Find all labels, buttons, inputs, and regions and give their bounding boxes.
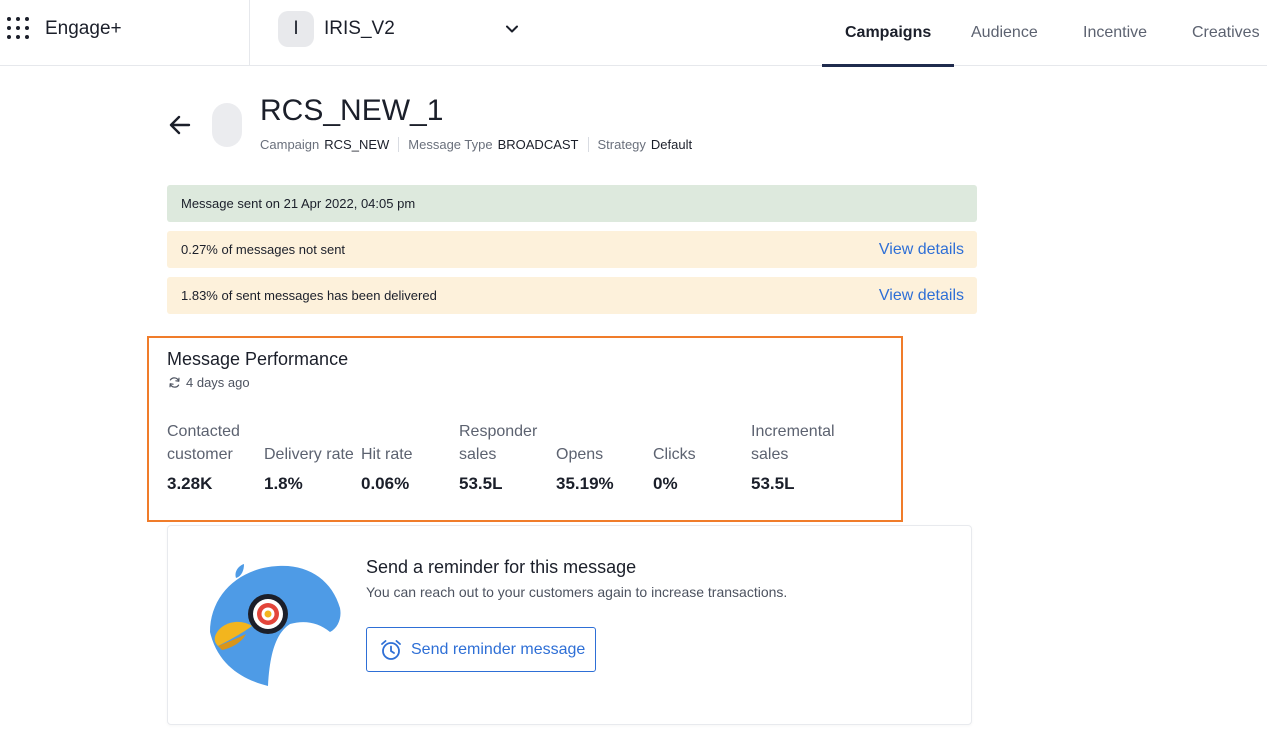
meta-label-campaign: Campaign (260, 137, 320, 152)
tab-label: Audience (971, 24, 1038, 41)
org-avatar: I (278, 11, 314, 47)
metric-delivery-rate: Delivery rate 1.8% (264, 420, 356, 494)
meta-divider (398, 137, 400, 152)
delivered-banner: 1.83% of sent messages has been delivere… (167, 277, 977, 314)
send-reminder-button[interactable]: Send reminder message (366, 627, 596, 672)
tab-incentive[interactable]: Incentive (1083, 0, 1147, 66)
apps-grid-icon[interactable] (7, 17, 29, 39)
org-name: IRIS_V2 (324, 18, 395, 39)
metric-value: 0% (653, 474, 678, 493)
bird-target-illustration (210, 564, 341, 686)
metric-value: 53.5L (459, 474, 503, 493)
view-details-link[interactable]: View details (879, 287, 964, 305)
campaign-avatar (212, 103, 242, 147)
meta-label-strategy: Strategy (597, 137, 646, 152)
meta-value-campaign: RCS_NEW (324, 137, 390, 152)
meta-divider (587, 137, 589, 152)
metric-label: Contacted customer (167, 423, 240, 463)
metric-label: Responder sales (459, 423, 538, 463)
top-bar: Engage+ I IRIS_V2 Campaigns Audience Inc… (0, 0, 1267, 67)
metric-value: 0.06% (361, 474, 410, 493)
refresh-icon[interactable] (168, 376, 181, 389)
meta-value-message-type: BROADCAST (497, 137, 579, 152)
top-divider (249, 0, 250, 66)
app-name: Engage+ (45, 18, 122, 39)
last-updated-text: 4 days ago (186, 375, 250, 390)
metric-value: 53.5L (751, 474, 795, 493)
banner-text: Message sent on 21 Apr 2022, 04:05 pm (181, 196, 416, 211)
metric-label: Incremental sales (751, 423, 835, 463)
banner-text: 1.83% of sent messages has been delivere… (181, 288, 437, 303)
tab-campaigns[interactable]: Campaigns (821, 0, 955, 67)
message-performance-panel: Message Performance 4 days ago Contacted… (147, 336, 903, 522)
not-sent-banner: 0.27% of messages not sent View details (167, 231, 977, 268)
campaign-meta: Campaign RCS_NEW Message Type BROADCAST … (260, 137, 692, 152)
tab-audience[interactable]: Audience (971, 0, 1038, 66)
tab-label: Creatives (1192, 24, 1260, 41)
banner-text: 0.27% of messages not sent (181, 242, 346, 257)
view-details-link[interactable]: View details (879, 241, 964, 259)
metric-hit-rate: Hit rate 0.06% (361, 420, 453, 494)
metric-clicks: Clicks 0% (653, 420, 745, 494)
reminder-subtitle: You can reach out to your customers agai… (366, 584, 788, 600)
meta-value-strategy: Default (650, 137, 693, 152)
tab-label: Campaigns (845, 24, 932, 41)
reminder-card: Send a reminder for this message You can… (167, 525, 972, 725)
arrow-left-icon[interactable] (168, 114, 192, 136)
performance-title: Message Performance (167, 349, 349, 369)
tab-label: Incentive (1083, 24, 1148, 41)
org-switcher[interactable]: I IRIS_V2 (278, 11, 528, 47)
reminder-title: Send a reminder for this message (366, 557, 637, 577)
send-reminder-label: Send reminder message (411, 640, 586, 658)
metric-label: Hit rate (361, 446, 413, 463)
sent-status-banner: Message sent on 21 Apr 2022, 04:05 pm (167, 185, 977, 222)
metric-contacted-customer: Contacted customer 3.28K (167, 420, 259, 494)
metric-responder-sales: Responder sales 53.5L (459, 420, 551, 494)
metric-value: 35.19% (556, 474, 614, 493)
metric-label: Clicks (653, 446, 696, 463)
metric-label: Opens (556, 446, 604, 463)
meta-label-message-type: Message Type (408, 137, 493, 152)
chevron-down-icon[interactable] (505, 22, 519, 36)
metric-value: 1.8% (264, 474, 303, 493)
metric-incremental-sales: Incremental sales 53.5L (751, 420, 843, 494)
tab-creatives[interactable]: Creatives (1192, 0, 1260, 66)
last-updated: 4 days ago (168, 375, 250, 390)
alarm-clock-icon (381, 639, 401, 660)
metric-opens: Opens 35.19% (556, 420, 648, 494)
page-title: RCS_NEW_1 (260, 94, 444, 127)
metric-value: 3.28K (167, 474, 213, 493)
metric-label: Delivery rate (264, 446, 354, 463)
